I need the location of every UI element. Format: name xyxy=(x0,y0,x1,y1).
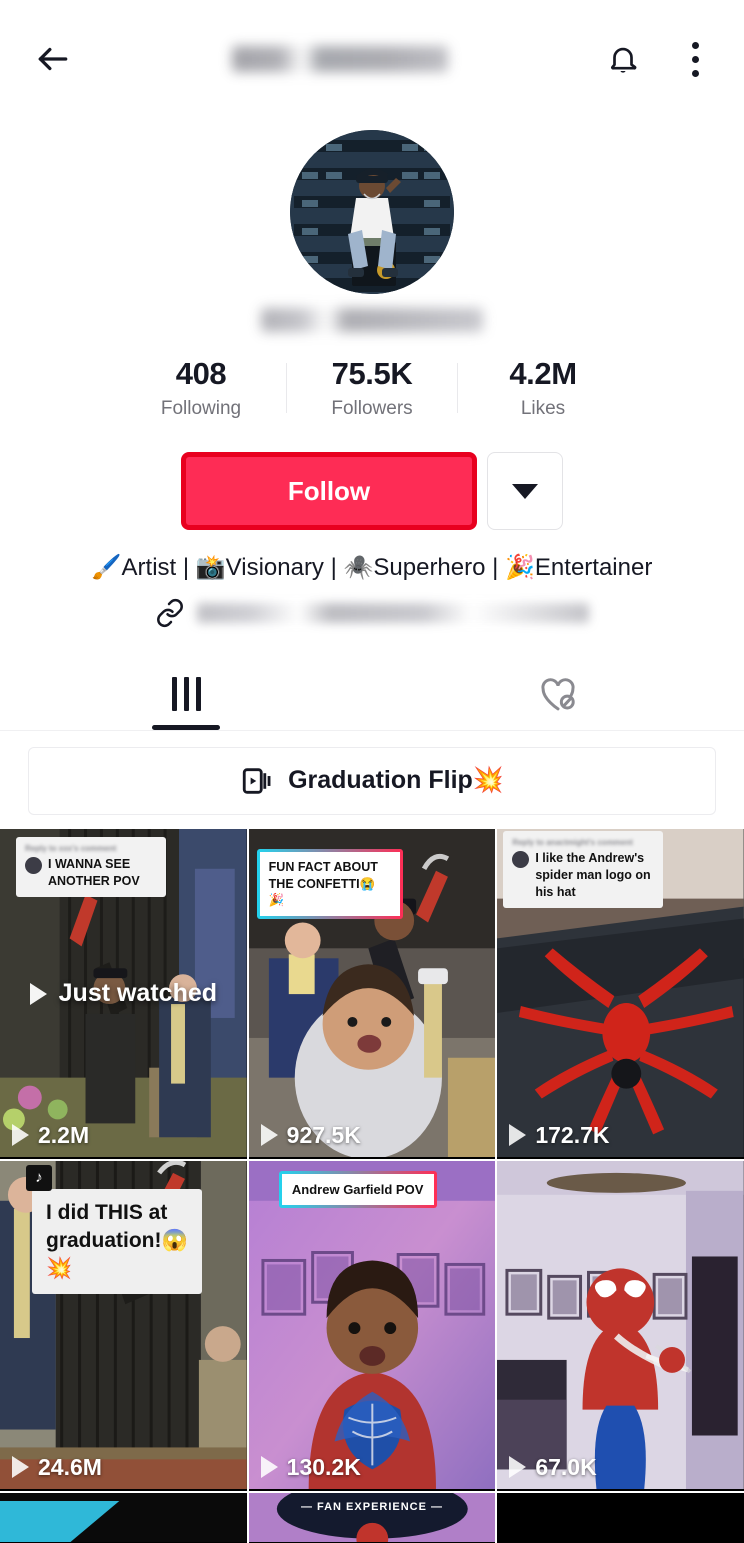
stat-likes[interactable]: 4.2M Likes xyxy=(458,356,628,420)
header-title-container xyxy=(80,46,600,72)
video-thumbnail[interactable]: 67.0K xyxy=(497,1160,744,1491)
following-label: Following xyxy=(160,397,242,419)
more-menu-button[interactable] xyxy=(672,36,718,82)
video-thumbnail[interactable]: ♪ I did THIS at graduation!😱💥 24.6M xyxy=(0,1160,247,1491)
stat-following[interactable]: 408 Following xyxy=(116,356,286,420)
link-icon xyxy=(157,598,183,627)
video-preview-image xyxy=(497,1492,744,1543)
sticker-text: FUN FACT ABOUT THE CONFETTI😭🎉 xyxy=(268,859,378,908)
avatar[interactable] xyxy=(290,130,454,294)
video-sticker: Reply to anactmight's comment I like the… xyxy=(503,830,664,909)
profile-stats: 408 Following 75.5K Followers 4.2M Likes xyxy=(0,356,744,420)
heart-hidden-icon xyxy=(541,677,575,710)
video-preview-image xyxy=(0,1492,247,1543)
profile-bio: 🖌️Artist | 📸Visionary | 🕷️Superhero | 🎉E… xyxy=(91,554,653,582)
tab-active-indicator xyxy=(152,724,220,730)
video-view-count: 130.2K xyxy=(260,1453,361,1481)
bell-icon xyxy=(611,47,637,73)
profile-section: 408 Following 75.5K Followers 4.2M Likes… xyxy=(0,118,744,628)
sticker-text: Andrew Garfield POV xyxy=(291,1181,424,1197)
stat-followers[interactable]: 75.5K Followers xyxy=(287,356,457,420)
video-sticker: FUN FACT ABOUT THE CONFETTI😭🎉 xyxy=(257,849,403,920)
video-preview-image xyxy=(248,1160,496,1489)
video-view-count: 67.0K xyxy=(509,1453,597,1481)
profile-link-text xyxy=(197,602,589,623)
chevron-down-icon xyxy=(512,483,538,499)
more-options-button[interactable] xyxy=(487,452,563,531)
likes-label: Likes xyxy=(520,397,566,419)
profile-link[interactable] xyxy=(0,598,744,628)
just-watched-label: Just watched xyxy=(58,979,218,1008)
followers-count: 75.5K xyxy=(331,356,413,391)
display-name xyxy=(261,308,483,332)
video-view-count: 24.6M xyxy=(12,1454,102,1481)
play-icon xyxy=(260,1124,278,1147)
notifications-button[interactable] xyxy=(600,36,646,82)
sticker-text: I did THIS at graduation!😱💥 xyxy=(46,1200,188,1281)
fan-experience-banner: — FAN EXPERIENCE — xyxy=(300,1500,444,1513)
tiktok-profile-screen: 408 Following 75.5K Followers 4.2M Likes… xyxy=(0,0,744,1543)
profile-tabs xyxy=(0,658,744,731)
play-icon xyxy=(509,1124,527,1147)
playlist-icon xyxy=(242,767,271,794)
video-preview-image xyxy=(497,1160,744,1489)
sticker-text: I like the Andrew's spider man logo on h… xyxy=(535,851,651,900)
video-view-count: 927.5K xyxy=(260,1121,361,1149)
back-button[interactable] xyxy=(26,32,80,86)
play-icon xyxy=(260,1456,278,1479)
tab-liked[interactable] xyxy=(372,658,744,730)
followers-label: Followers xyxy=(331,397,413,419)
display-name-container xyxy=(0,294,744,346)
play-icon xyxy=(12,1456,29,1479)
play-icon xyxy=(29,982,47,1005)
app-header xyxy=(0,0,744,118)
video-thumbnail[interactable]: Reply to anactmight's comment I like the… xyxy=(497,828,744,1159)
video-thumbnail[interactable] xyxy=(0,1492,247,1543)
video-thumbnail[interactable]: FUN FACT ABOUT THE CONFETTI😭🎉 927.5K xyxy=(248,828,496,1159)
tab-videos[interactable] xyxy=(0,658,372,730)
video-sticker: I did THIS at graduation!😱💥 xyxy=(32,1188,202,1294)
follow-button[interactable]: Follow xyxy=(181,452,477,531)
video-grid: Reply to xxx's comment I WANNA SEE ANOTH… xyxy=(0,828,744,1543)
video-view-count: 172.7K xyxy=(509,1121,610,1149)
grid-icon xyxy=(171,676,201,711)
play-icon xyxy=(509,1456,527,1479)
view-count-label: 172.7K xyxy=(535,1121,610,1148)
playlist-section: Graduation Flip💥 xyxy=(0,731,744,829)
likes-count: 4.2M xyxy=(509,356,577,391)
following-count: 408 xyxy=(175,356,227,391)
commenter-avatar xyxy=(512,851,530,869)
sticker-reply-header: Reply to anactmight's comment xyxy=(512,837,633,847)
video-thumbnail[interactable]: — FAN EXPERIENCE — xyxy=(248,1492,496,1543)
video-sticker: Andrew Garfield POV xyxy=(279,1171,437,1209)
header-actions xyxy=(600,36,718,82)
view-count-label: 927.5K xyxy=(286,1121,361,1148)
profile-actions: Follow xyxy=(0,452,744,531)
just-watched-badge: Just watched xyxy=(0,829,247,1159)
view-count-label: 67.0K xyxy=(535,1453,597,1480)
header-title xyxy=(232,46,448,72)
view-count-label: 24.6M xyxy=(38,1453,102,1480)
playlist-card[interactable]: Graduation Flip💥 xyxy=(28,746,716,815)
video-thumbnail[interactable]: Andrew Garfield POV 130.2K xyxy=(248,1160,496,1491)
view-count-label: 130.2K xyxy=(286,1453,361,1480)
video-thumbnail[interactable]: Reply to xxx's comment I WANNA SEE ANOTH… xyxy=(0,828,247,1159)
back-arrow-icon xyxy=(38,47,68,71)
avatar-image xyxy=(290,130,454,294)
three-dots-icon xyxy=(691,41,699,77)
playlist-label: Graduation Flip💥 xyxy=(288,766,504,795)
tiktok-logo-badge: ♪ xyxy=(26,1164,52,1191)
video-thumbnail[interactable] xyxy=(497,1492,744,1543)
